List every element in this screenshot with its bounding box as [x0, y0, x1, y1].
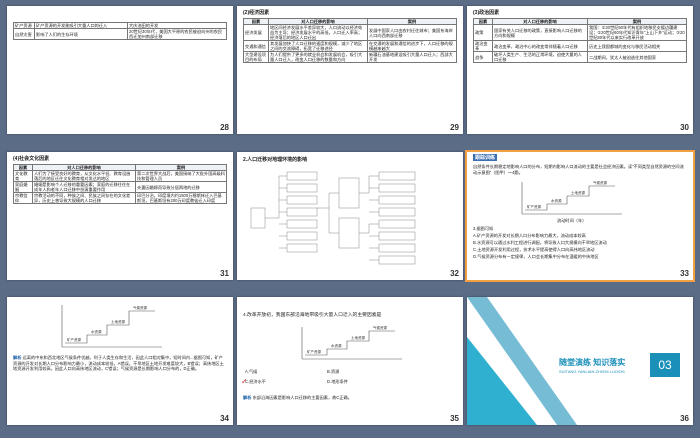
chart-label: 水资源	[551, 198, 562, 203]
table-cell: 矿产资源	[13, 22, 35, 29]
choice-b[interactable]: B.水资源可以通过水利工程进行调配，将导致人口大规模向干旱地区流动	[473, 240, 687, 246]
section-badge: 03	[649, 352, 681, 378]
table-cell: 宗教信仰	[13, 192, 33, 204]
resource-flow-chart: 气候资源 土地资源 水资源 矿产资源	[521, 180, 622, 215]
table-cell: 夫妻因婚嫁而导致分居两地的迁移	[135, 181, 227, 193]
chart-label: 矿产资源	[67, 337, 81, 342]
chart-label: 矿产资源	[307, 349, 321, 354]
table-cell: 战争	[473, 51, 493, 63]
table-cell: 20世纪30年代，美国大平原的农民被迫向州的农民西迁加州南部迁移	[127, 28, 227, 40]
table-cell: 人们为了接受良好的教育，从文化水平低、教育设施落后的地区迁往文化教育相对发达的地…	[32, 170, 136, 182]
slide-number: 33	[680, 269, 689, 278]
slide-36[interactable]: 随堂演练 知识落实 SUITANG YANLIAN ZHISHI LUOSHI …	[467, 297, 693, 425]
slide-number: 35	[450, 414, 459, 423]
chart-label: 水资源	[91, 329, 102, 334]
slide-number: 36	[680, 414, 689, 423]
factor-table: 因素 对人口迁移的影响 案例 文化教育 人们为了接受良好的教育，从文化水平低、教…	[13, 164, 227, 204]
slide-32[interactable]: 2.人口迁移对地理环境的影响 32	[237, 152, 463, 280]
table-cell: 政治变革，政治中心的改变常伴随着人口迁移	[492, 40, 588, 52]
slide-28[interactable]: 矿产资源 矿产资源的开发能吸引大量人口的迁入 大庆油田的开发 自然灾害 影响了人…	[7, 6, 233, 134]
check-mark-icon: ✓	[241, 377, 248, 386]
option-a[interactable]: A.气候	[245, 369, 257, 375]
chart-label: 气候资源	[373, 325, 387, 330]
table-cell: 交通和通信	[243, 40, 269, 52]
table-cell: 宗教活动的不同，种族之间、民族之间存在的文化差异，历史上曾导致大规模的人口迁移	[32, 192, 136, 204]
table-cell: 为人们提供了更多的就业机会和发展机会，吸引大量人口迁入，改变人口迁移的数量和方向	[268, 51, 368, 63]
slide-title: (3)政治因素	[473, 10, 500, 16]
resource-flow-chart: 气候资源 土地资源 水资源 矿产资源	[61, 305, 162, 348]
question-text: 自然条件长期稳定地影响人口的分布，短期内影响人口流动的主要是社会经济因素。读“不…	[473, 164, 684, 175]
factor-table: 因素 对人口迁移的影响 案例 经济发展 地区间经济发展水平差异较大，人口流动以经…	[243, 18, 457, 63]
option-c[interactable]: C.经济水平	[245, 379, 266, 385]
table-cell: 婚姻是影响个人迁移的重要因素；家庭的迁移往往在成年人和老年人口迁移中扮演重要作用	[32, 181, 136, 193]
chart-label: 气候资源	[133, 305, 147, 310]
option-b[interactable]: B.资源	[327, 369, 339, 375]
chart-label: 水资源	[331, 343, 342, 348]
chart-label: 矿产资源	[527, 204, 541, 209]
chart-label: 土地资源	[351, 335, 365, 340]
option-d[interactable]: D.地形条件	[327, 379, 348, 385]
jiexi-label: 解析	[13, 355, 22, 360]
section-title: 随堂演练 知识落实	[559, 358, 626, 367]
table-cell: 经济发展	[243, 24, 269, 41]
slide-number: 28	[220, 123, 229, 132]
slide-title: 2.人口迁移对地理环境的影响	[243, 157, 308, 163]
table-cell: 影响了人们的生存环境	[34, 28, 128, 40]
slide-29[interactable]: (2)经济因素 因素 对人口迁移的影响 案例 经济发展 地区间经济发展水平差异较…	[237, 6, 463, 134]
explanation: 解析 远离的中东和西北地区气候条件优越，利于人类生存和生活，因此人口相对集中，短…	[13, 355, 227, 372]
explanation: 解析 东部沿海因素是影响人口迁移的主要因素，故C正确。	[243, 395, 457, 401]
chart-label: 土地资源	[571, 190, 585, 195]
choice-c[interactable]: C.土地资源开发利用过程，技术水平提高使得人口向高纬地区流动	[473, 247, 687, 253]
jiexi-label: 解析	[243, 395, 252, 400]
table-cell: 二战期间，犹太人被迫逃往其他国家	[587, 51, 687, 63]
slide-number: 30	[680, 123, 689, 132]
factor-table: 因素 对人口迁移的影响 案例 政策 国家有关人口迁移的政策，直接影响人口迁移的方…	[473, 18, 687, 63]
choice-a[interactable]: A.矿产资源的开发对长期人口分布影响力最大，流动成本较高	[473, 233, 687, 239]
slide-title: (4)社会文化因素	[13, 156, 50, 162]
slide-33[interactable]: 跟踪训练 自然条件长期稳定地影响人口的分布，短期内影响人口流动的主要是社会经济因…	[465, 150, 695, 282]
chart-label: 气候资源	[593, 180, 607, 185]
section-header: 跟踪训练	[473, 154, 498, 161]
table-cell: 印巴分治，印度境内约1500万穆斯林迁入巴基斯坦，巴基斯坦有200万印度教徒迁入…	[135, 192, 227, 204]
table-cell: 政策	[473, 24, 493, 41]
table-cell: 第二次世界大战后，美国接纳了大批外国高级科技和管理人员	[135, 170, 227, 182]
table-cell: 发展中国家人口由农村迁往城市；美国东海岸人口向西南部迁移	[367, 24, 457, 41]
slide-30[interactable]: (3)政治因素 因素 对人口迁移的影响 案例 政策 国家有关人口迁移的政策，直接…	[467, 6, 693, 134]
table-cell: 新疆石油基地建设吸引大量人口迁入；西部大开发	[367, 51, 457, 63]
section-pinyin: SUITANG YANLIAN ZHISHI LUOSHI	[559, 369, 625, 374]
question-text: 4.改革开放初，我国东部沿海地带吸引大量人口迁入的主要因素是	[243, 313, 382, 318]
choice-intro: 3.据图可知	[473, 226, 494, 231]
resource-flow-chart: 气候资源 土地资源 水资源 矿产资源	[301, 325, 402, 360]
table-cell: 自然灾害	[13, 28, 35, 40]
table-cell: 我国：①20世纪50年代有组织地移民支援边疆建设；②20世纪60年代知识青年"上…	[587, 24, 687, 41]
table-cell: 历史上我国都城的变化与移民活动相关	[587, 40, 687, 52]
slide-number: 29	[450, 123, 459, 132]
mind-map-diagram	[250, 171, 416, 265]
table-cell: 政治变革	[473, 40, 493, 52]
slide-title: (2)经济因素	[243, 10, 270, 16]
table-cell: 其发展加快了人口迁移的速度和规模，减少了地区之间的交流障碍，拓宽了迁移途径	[268, 40, 368, 52]
explanation-text: 远离的中东和西北地区气候条件优越，利于人类生存和生活，因此人口相对集中，短时间内…	[13, 355, 224, 371]
slide-31[interactable]: (4)社会文化因素 因素 对人口迁移的影响 案例 文化教育 人们为了接受良好的教…	[7, 152, 233, 280]
table-cell: 大型建设项目的布局	[243, 51, 269, 63]
factor-table: 矿产资源 矿产资源的开发能吸引大量人口的迁入 大庆油田的开发 自然灾害 影响了人…	[13, 22, 227, 40]
slide-number: 32	[450, 269, 459, 278]
table-cell: 地区间经济发展水平差异较大，人口流动以经济效益为主导；经济发展水平的高低，人口迁…	[268, 24, 368, 41]
axis-label: 流动时间（年）	[557, 218, 587, 223]
table-cell: 在交通的发展和通信的进步下，人口迁移的规模越来越大	[367, 40, 457, 52]
explanation-text: 东部沿海因素是影响人口迁移的主要因素，故C正确。	[252, 395, 352, 400]
table-cell: 破坏人类生产、生活的正常环境，迫使大量的人口迁移	[492, 51, 588, 63]
table-cell: 国家有关人口迁移的政策，直接影响人口迁移的方向和规模	[492, 24, 588, 41]
table-cell: 家庭婚姻	[13, 181, 33, 193]
slide-34[interactable]: 气候资源 土地资源 水资源 矿产资源 解析 远离的中东和西北地区气候条件优越，利…	[7, 297, 233, 425]
chart-label: 土地资源	[111, 319, 125, 324]
slide-number: 31	[220, 269, 229, 278]
slide-35[interactable]: 4.改革开放初，我国东部沿海地带吸引大量人口迁入的主要因素是 气候资源 土地资源…	[237, 297, 463, 425]
slide-number: 34	[220, 414, 229, 423]
table-cell: 文化教育	[13, 170, 33, 182]
choice-d[interactable]: D.气候资源分布有一定规律，人口会长期集中分布在温暖的中纬地区	[473, 254, 687, 260]
